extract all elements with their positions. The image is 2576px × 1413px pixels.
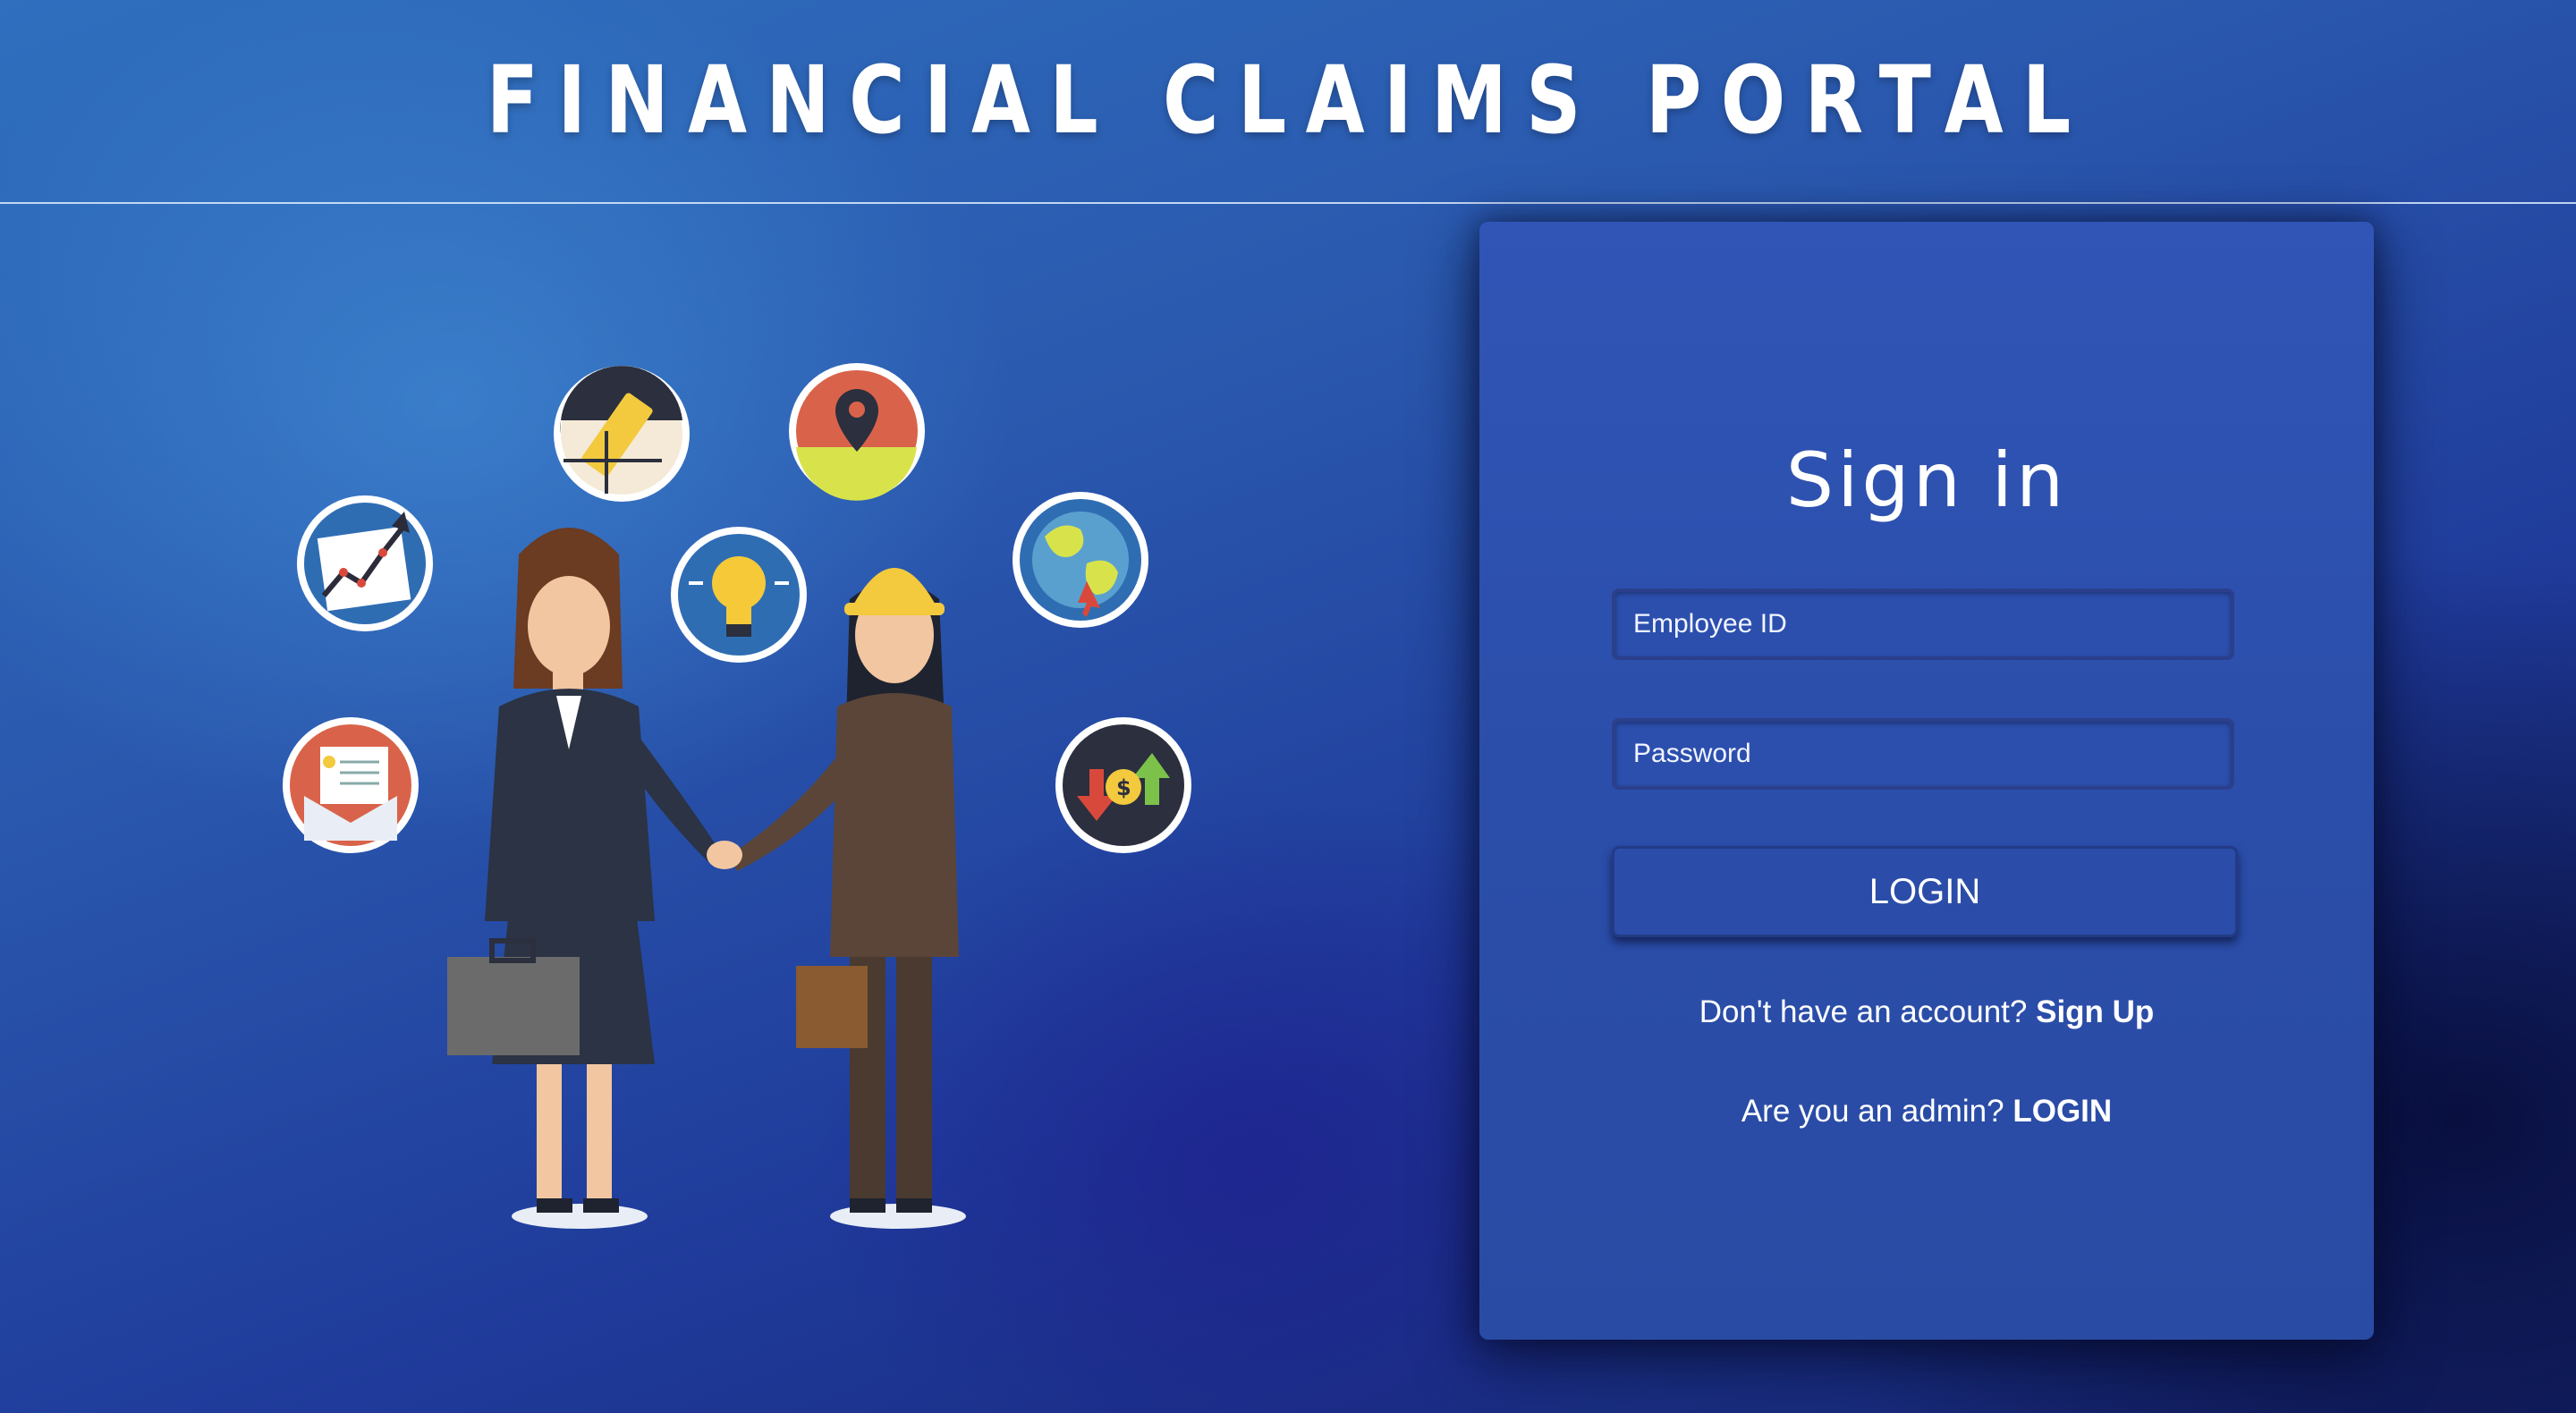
admin-prompt: Are you an admin? bbox=[1741, 1094, 2004, 1129]
password-input[interactable] bbox=[1631, 738, 2231, 770]
svg-text:$: $ bbox=[1116, 775, 1131, 800]
employee-id-input[interactable] bbox=[1631, 608, 2231, 640]
login-button[interactable]: LOGIN bbox=[1612, 846, 2238, 937]
signup-prompt: Don't have an account? bbox=[1699, 994, 2028, 1029]
map-pin-icon bbox=[789, 363, 925, 501]
admin-line: Are you an admin? LOGIN bbox=[1479, 1094, 2374, 1130]
businesswoman-figure bbox=[447, 528, 719, 1229]
password-field[interactable] bbox=[1612, 718, 2234, 790]
handshake-hands bbox=[707, 841, 742, 869]
certificate-envelope-icon bbox=[283, 717, 419, 853]
lightbulb-icon bbox=[671, 527, 807, 663]
engineer-woman-figure bbox=[730, 568, 966, 1229]
signup-line: Don't have an account? Sign Up bbox=[1479, 994, 2374, 1030]
pencil-ruler-icon bbox=[554, 366, 690, 502]
business-handshake-illustration: $ bbox=[283, 363, 1191, 1229]
admin-login-link[interactable]: LOGIN bbox=[2012, 1094, 2112, 1129]
header-bar: FINANCIAL CLAIMS PORTAL bbox=[0, 0, 2576, 204]
globe-icon bbox=[1013, 492, 1148, 628]
chart-icon bbox=[297, 495, 433, 631]
signin-card: Sign in LOGIN Don't have an account? Sig… bbox=[1479, 222, 2374, 1340]
page-title: FINANCIAL CLAIMS PORTAL bbox=[486, 46, 2090, 155]
signup-link[interactable]: Sign Up bbox=[2036, 994, 2154, 1029]
signin-title: Sign in bbox=[1785, 436, 2068, 524]
currency-exchange-icon: $ bbox=[1055, 717, 1191, 853]
employee-id-field[interactable] bbox=[1612, 588, 2234, 660]
